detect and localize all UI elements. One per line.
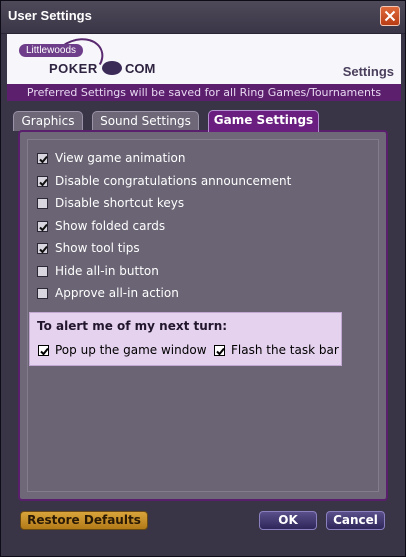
- checkbox[interactable]: [214, 344, 225, 356]
- user-settings-window: User Settings Littlewoods POKER COM Sett…: [0, 0, 406, 557]
- option-show-tool-tips[interactable]: Show tool tips: [37, 241, 140, 255]
- tab-game-settings[interactable]: Game Settings: [208, 110, 319, 132]
- option-label: Disable shortcut keys: [55, 196, 185, 210]
- checkbox[interactable]: [37, 287, 48, 299]
- tab-label: Graphics: [21, 114, 75, 128]
- checkmark-icon: [40, 347, 49, 355]
- tab-sound-settings[interactable]: Sound Settings: [92, 111, 199, 131]
- checkbox[interactable]: [37, 265, 48, 277]
- brand-header: Littlewoods POKER COM Settings: [7, 31, 401, 87]
- checkbox[interactable]: [37, 220, 48, 232]
- option-label: Pop up the game window: [55, 343, 207, 357]
- window-title: User Settings: [8, 8, 92, 23]
- option-show-folded-cards[interactable]: Show folded cards: [37, 219, 165, 233]
- option-label: View game animation: [55, 151, 186, 165]
- option-disable-shortcut-keys[interactable]: Disable shortcut keys: [37, 196, 184, 210]
- tab-graphics[interactable]: Graphics: [13, 111, 83, 131]
- cancel-button[interactable]: Cancel: [326, 511, 385, 530]
- option-pop-up-game-window[interactable]: Pop up the game window: [38, 343, 207, 357]
- checkmark-icon: [39, 155, 48, 163]
- logo-swoosh: [46, 31, 110, 87]
- close-icon: [384, 10, 396, 22]
- tab-label: Game Settings: [213, 113, 314, 127]
- turn-alert-group: To alert me of my next turn: Pop up the …: [29, 312, 342, 366]
- tab-label: Sound Settings: [100, 114, 191, 128]
- checkmark-icon: [39, 245, 48, 253]
- settings-heading: Settings: [342, 64, 394, 79]
- logo-com: COM: [125, 61, 156, 76]
- restore-defaults-button[interactable]: Restore Defaults: [20, 511, 148, 530]
- option-label: Disable congratulations announcement: [55, 174, 292, 188]
- option-hide-all-in-button[interactable]: Hide all-in button: [37, 264, 159, 278]
- option-disable-congratulations[interactable]: Disable congratulations announcement: [37, 174, 291, 188]
- option-label: Show folded cards: [55, 219, 166, 233]
- checkbox[interactable]: [38, 344, 49, 356]
- option-label: Flash the task bar: [231, 343, 339, 357]
- alert-title: To alert me of my next turn:: [37, 319, 228, 333]
- poker-chip-icon: [102, 61, 122, 75]
- checkmark-icon: [39, 178, 48, 186]
- logo-poker: POKER: [49, 61, 98, 76]
- checkbox[interactable]: [37, 175, 48, 187]
- option-flash-task-bar[interactable]: Flash the task bar: [214, 343, 339, 357]
- option-label: Show tool tips: [55, 241, 140, 255]
- logo-littlewoods: Littlewoods: [19, 44, 84, 57]
- checkbox[interactable]: [37, 242, 48, 254]
- checkbox[interactable]: [37, 197, 48, 209]
- info-banner: Preferred Settings will be saved for all…: [7, 84, 401, 101]
- title-bar[interactable]: User Settings: [1, 1, 405, 34]
- option-view-game-animation[interactable]: View game animation: [37, 151, 185, 165]
- option-label: Approve all-in action: [55, 286, 179, 300]
- checkbox[interactable]: [37, 152, 48, 164]
- option-label: Hide all-in button: [55, 264, 159, 278]
- option-approve-all-in-action[interactable]: Approve all-in action: [37, 286, 179, 300]
- close-button[interactable]: [380, 6, 400, 26]
- ok-button[interactable]: OK: [259, 511, 317, 530]
- checkmark-icon: [216, 347, 225, 355]
- checkmark-icon: [39, 223, 48, 231]
